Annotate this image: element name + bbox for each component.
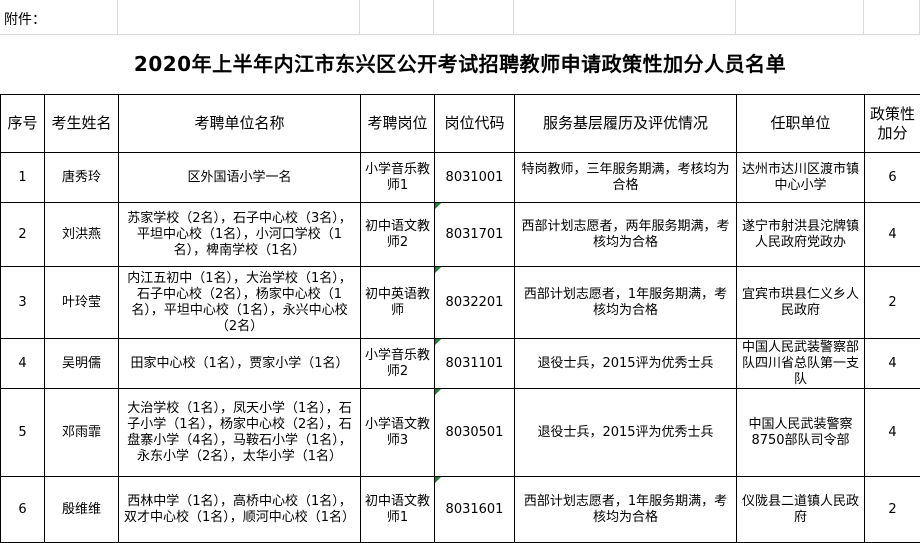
table-row: 4 吴明儒 田家中心校（1名），贾家小学（1名） 小学音乐教师2 8031101… — [1, 339, 920, 389]
cell-no[interactable]: 2 — [1, 203, 45, 267]
cell-name[interactable]: 唐秀玲 — [45, 153, 119, 203]
cell-employer[interactable]: 中国人民武装警察8750部队司令部 — [737, 389, 865, 477]
cell-points[interactable]: 4 — [865, 339, 920, 389]
cell-f1[interactable] — [736, 0, 864, 35]
header-row: 序号 考生姓名 考聘单位名称 考聘岗位 岗位代码 服务基层履历及评优情况 任职单… — [1, 95, 920, 153]
applicant-table: 序号 考生姓名 考聘单位名称 考聘岗位 岗位代码 服务基层履历及评优情况 任职单… — [0, 94, 920, 543]
cell-code[interactable]: 8032201 — [435, 267, 515, 339]
cell-code[interactable]: 8031001 — [435, 153, 515, 203]
cell-employer[interactable]: 中国人民武装警察部队四川省总队第一支队 — [737, 339, 865, 389]
table-row: 6 殷维维 西林中学（1名），高桥中心校（1名），双才中心校（1名），顺河中心校… — [1, 477, 920, 543]
cell-d1[interactable] — [434, 0, 514, 35]
cell-code[interactable]: 8030501 — [435, 389, 515, 477]
cell-unit[interactable]: 区外国语小学一名 — [119, 153, 361, 203]
cell-no[interactable]: 5 — [1, 389, 45, 477]
spreadsheet-top-row: 附件： — [0, 0, 920, 35]
cell-history[interactable]: 退役士兵，2015评为优秀士兵 — [515, 339, 737, 389]
header-code[interactable]: 岗位代码 — [435, 95, 515, 153]
cell-employer[interactable]: 遂宁市射洪县沱牌镇人民政府党政办 — [737, 203, 865, 267]
cell-history[interactable]: 退役士兵，2015评为优秀士兵 — [515, 389, 737, 477]
cell-post[interactable]: 小学音乐教师1 — [361, 153, 435, 203]
cell-history[interactable]: 西部计划志愿者，1年服务期满，考核均为合格 — [515, 477, 737, 543]
header-unit[interactable]: 考聘单位名称 — [119, 95, 361, 153]
cell-employer[interactable]: 仪陇县二道镇人民政府 — [737, 477, 865, 543]
cell-post[interactable]: 初中语文教师2 — [361, 203, 435, 267]
header-no[interactable]: 序号 — [1, 95, 45, 153]
cell-history[interactable]: 西部计划志愿者，1年服务期满，考核均为合格 — [515, 267, 737, 339]
cell-post[interactable]: 小学语文教师3 — [361, 389, 435, 477]
cell-employer[interactable]: 宜宾市珙县仁义乡人民政府 — [737, 267, 865, 339]
cell-e1[interactable] — [514, 0, 736, 35]
cell-employer[interactable]: 达州市达川区渡市镇中心小学 — [737, 153, 865, 203]
cell-no[interactable]: 3 — [1, 267, 45, 339]
cell-name[interactable]: 殷维维 — [45, 477, 119, 543]
attachment-label: 附件： — [4, 9, 46, 29]
header-points[interactable]: 政策性加分 — [865, 95, 920, 153]
cell-code[interactable]: 8031701 — [435, 203, 515, 267]
cell-g1[interactable] — [864, 0, 920, 35]
cell-c1[interactable] — [360, 0, 434, 35]
header-history[interactable]: 服务基层履历及评优情况 — [515, 95, 737, 153]
table-row: 1 唐秀玲 区外国语小学一名 小学音乐教师1 8031001 特岗教师，三年服务… — [1, 153, 920, 203]
header-post[interactable]: 考聘岗位 — [361, 95, 435, 153]
cell-points[interactable]: 2 — [865, 267, 920, 339]
cell-unit[interactable]: 田家中心校（1名），贾家小学（1名） — [119, 339, 361, 389]
cell-name[interactable]: 吴明儒 — [45, 339, 119, 389]
cell-code[interactable]: 8031101 — [435, 339, 515, 389]
cell-name[interactable]: 刘洪燕 — [45, 203, 119, 267]
cell-code[interactable]: 8031601 — [435, 477, 515, 543]
cell-points[interactable]: 4 — [865, 203, 920, 267]
page-title: 2020年上半年内江市东兴区公开考试招聘教师申请政策性加分人员名单 — [0, 35, 920, 94]
header-name[interactable]: 考生姓名 — [45, 95, 119, 153]
table-row: 2 刘洪燕 苏家学校（2名），石子中心校（3名），平坦中心校（1名），小河口学校… — [1, 203, 920, 267]
cell-points[interactable]: 6 — [865, 153, 920, 203]
cell-b1[interactable] — [118, 0, 360, 35]
cell-name[interactable]: 叶玲莹 — [45, 267, 119, 339]
cell-history[interactable]: 特岗教师，三年服务期满，考核均为合格 — [515, 153, 737, 203]
cell-no[interactable]: 6 — [1, 477, 45, 543]
cell-post[interactable]: 小学音乐教师2 — [361, 339, 435, 389]
table-row: 5 邓雨霏 大治学校（1名），凤天小学（1名），石子小学（1名），杨家中心校（2… — [1, 389, 920, 477]
header-employer[interactable]: 任职单位 — [737, 95, 865, 153]
cell-unit[interactable]: 苏家学校（2名），石子中心校（3名），平坦中心校（1名），小河口学校（1名），椑… — [119, 203, 361, 267]
cell-post[interactable]: 初中语文教师1 — [361, 477, 435, 543]
cell-no[interactable]: 4 — [1, 339, 45, 389]
cell-points[interactable]: 2 — [865, 477, 920, 543]
cell-unit[interactable]: 大治学校（1名），凤天小学（1名），石子小学（1名），杨家中心校（2名），石盘寨… — [119, 389, 361, 477]
cell-no[interactable]: 1 — [1, 153, 45, 203]
cell-post[interactable]: 初中英语教师 — [361, 267, 435, 339]
cell-name[interactable]: 邓雨霏 — [45, 389, 119, 477]
cell-points[interactable]: 4 — [865, 389, 920, 477]
cell-history[interactable]: 西部计划志愿者，两年服务期满，考核均为合格 — [515, 203, 737, 267]
table-row: 3 叶玲莹 内江五初中（1名），大治学校（1名），石子中心校（2名），杨家中心校… — [1, 267, 920, 339]
cell-unit[interactable]: 内江五初中（1名），大治学校（1名），石子中心校（2名），杨家中心校（1名），平… — [119, 267, 361, 339]
cell-unit[interactable]: 西林中学（1名），高桥中心校（1名），双才中心校（1名），顺河中心校（1名） — [119, 477, 361, 543]
